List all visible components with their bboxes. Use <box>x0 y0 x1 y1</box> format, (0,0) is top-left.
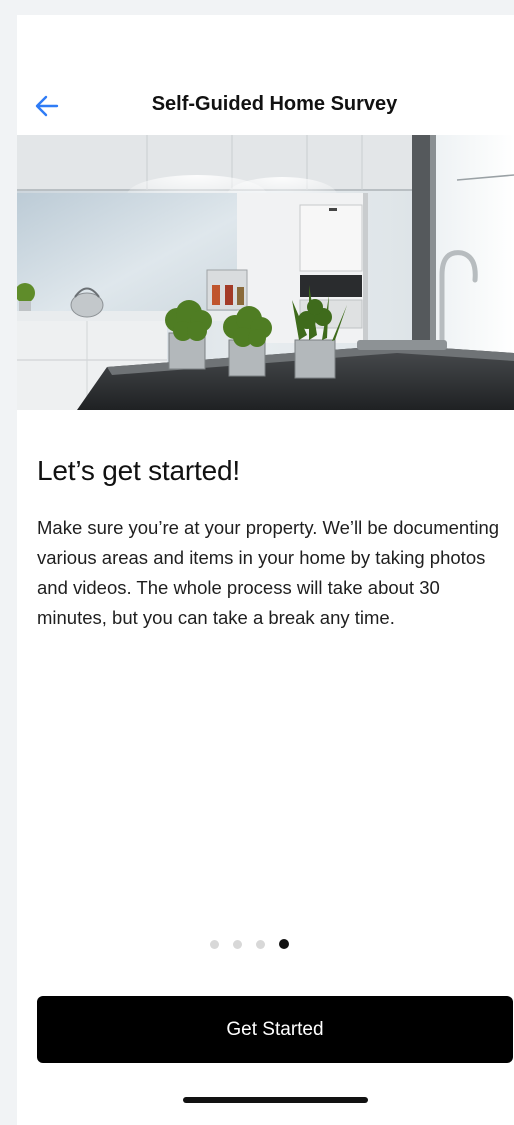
page-dot-1[interactable] <box>210 940 219 949</box>
kitchen-photo <box>17 135 514 410</box>
nav-bar: Self-Guided Home Survey <box>17 77 514 135</box>
intro-description: Make sure you’re at your property. We’ll… <box>37 517 500 628</box>
section-heading: Let’s get started! <box>37 455 240 486</box>
page-title: Self-Guided Home Survey <box>151 93 398 115</box>
page-dot-3[interactable] <box>256 940 265 949</box>
page-indicator <box>17 939 514 949</box>
home-indicator <box>183 1097 368 1103</box>
page-dot-4-active[interactable] <box>279 939 289 949</box>
survey-screen: Self-Guided Home Survey Let’s get starte… <box>17 15 514 1125</box>
page-dot-2[interactable] <box>233 940 242 949</box>
get-started-button[interactable]: Get Started <box>37 996 513 1063</box>
